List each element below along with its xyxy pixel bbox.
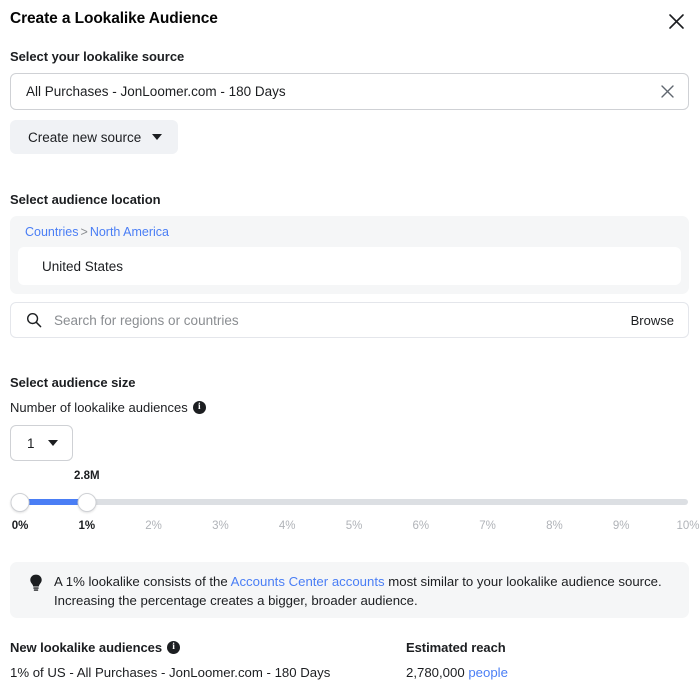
slider-track[interactable] xyxy=(20,499,688,505)
clear-source-icon[interactable] xyxy=(656,81,678,103)
number-of-audiences-label: Number of lookalike audiences xyxy=(10,400,188,415)
location-section-label: Select audience location xyxy=(10,192,161,207)
search-icon xyxy=(24,310,44,330)
new-audiences-title-row: New lookalike audiences i xyxy=(10,640,181,655)
estimated-reach-title: Estimated reach xyxy=(406,640,506,655)
accounts-center-link[interactable]: Accounts Center accounts xyxy=(231,574,385,589)
slider-tick-1: 1% xyxy=(78,520,96,532)
slider-handle-upper[interactable] xyxy=(77,493,97,512)
slider-tick-5: 5% xyxy=(345,520,363,532)
source-section-label: Select your lookalike source xyxy=(10,49,185,64)
slider-tick-9: 9% xyxy=(612,520,630,532)
info-callout: A 1% lookalike consists of the Accounts … xyxy=(10,562,689,618)
number-of-audiences-label-row: Number of lookalike audiences i xyxy=(10,400,206,415)
slider-tick-0: 0% xyxy=(11,520,29,532)
breadcrumb: Countries > North America xyxy=(25,225,169,239)
new-audiences-value: 1% of US - All Purchases - JonLoomer.com… xyxy=(10,665,331,680)
slider-tick-6: 6% xyxy=(412,520,430,532)
number-of-audiences-value: 1 xyxy=(27,435,35,451)
selected-region-label: United States xyxy=(42,258,124,274)
create-new-source-button[interactable]: Create new source xyxy=(10,120,179,154)
new-audiences-title: New lookalike audiences xyxy=(10,640,163,655)
breadcrumb-separator: > xyxy=(80,225,88,239)
breadcrumb-item-north-america[interactable]: North America xyxy=(90,225,169,239)
slider-tick-8: 8% xyxy=(546,520,563,532)
slider-tick-3: 3% xyxy=(212,520,229,532)
dialog-header: Create a Lookalike Audience xyxy=(0,0,700,40)
slider-tick-labels: 0% 1% 2% 3% 4% 5% 6% 7% 8% 9% 10% xyxy=(0,520,700,536)
audience-size-section-label: Select audience size xyxy=(10,375,136,390)
location-panel: Countries > North America United States xyxy=(10,216,689,294)
create-lookalike-audience-dialog: Create a Lookalike Audience Select your … xyxy=(0,0,700,695)
chevron-down-icon xyxy=(48,440,58,446)
chevron-down-icon xyxy=(152,134,163,140)
selected-region-row[interactable]: United States xyxy=(18,247,681,285)
audience-size-slider[interactable]: 2.8M 0% 1% 2% 3% 4% 5% 6% 7% 8% 9% 10% xyxy=(0,470,700,532)
lookalike-source-value: All Purchases - JonLoomer.com - 180 Days xyxy=(26,84,286,99)
close-icon[interactable] xyxy=(664,9,688,33)
slider-value-bubble: 2.8M xyxy=(74,470,100,482)
people-link[interactable]: people xyxy=(468,665,508,680)
estimated-reach-row: 2,780,000 people xyxy=(406,665,508,680)
estimated-reach-value: 2,780,000 xyxy=(406,665,465,680)
browse-link[interactable]: Browse xyxy=(631,313,674,328)
slider-tick-2: 2% xyxy=(145,520,162,532)
location-search-row[interactable]: Search for regions or countries Browse xyxy=(10,302,689,338)
callout-text-before: A 1% lookalike consists of the xyxy=(54,574,231,589)
page-title: Create a Lookalike Audience xyxy=(10,10,218,27)
create-new-source-label: Create new source xyxy=(28,129,142,145)
slider-handle-lower[interactable] xyxy=(10,493,30,512)
lookalike-source-input[interactable]: All Purchases - JonLoomer.com - 180 Days xyxy=(10,73,689,110)
info-icon[interactable]: i xyxy=(192,401,206,414)
callout-text: A 1% lookalike consists of the Accounts … xyxy=(54,572,679,610)
slider-tick-10: 10% xyxy=(676,520,700,532)
lightbulb-icon xyxy=(29,574,43,597)
number-of-audiences-select[interactable]: 1 xyxy=(10,425,73,461)
slider-tick-7: 7% xyxy=(479,520,496,532)
slider-tick-4: 4% xyxy=(278,520,296,532)
search-input[interactable]: Search for regions or countries xyxy=(54,313,239,328)
info-icon[interactable]: i xyxy=(167,641,181,654)
breadcrumb-item-countries[interactable]: Countries xyxy=(25,225,79,239)
